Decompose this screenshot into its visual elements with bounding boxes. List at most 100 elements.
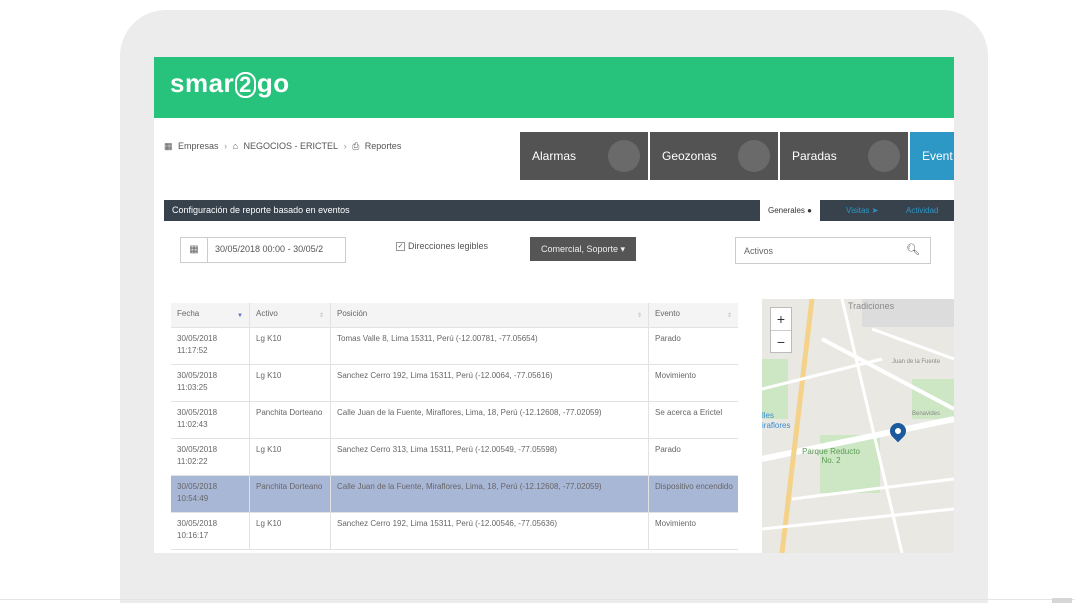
cell-posicion: Tomas Valle 8, Lima 15311, Perú (-12.007… — [331, 328, 649, 364]
calendar-icon[interactable]: ▦ — [181, 238, 208, 262]
breadcrumb-negocios[interactable]: NEGOCIOS - ERICTEL — [244, 141, 339, 151]
tile-geozonas[interactable]: Geozonas — [650, 132, 778, 180]
cell-posicion: Calle Juan de la Fuente, Miraflores, Lim… — [331, 476, 649, 512]
cell-evento: Dispositivo encendido — [655, 482, 733, 491]
tile-paradas[interactable]: Paradas — [780, 132, 908, 180]
cell-evento: Parado — [655, 445, 681, 454]
tab-label: Actividad — [906, 206, 939, 215]
config-title: Configuración de reporte basado en event… — [172, 205, 350, 215]
cell-activo: Lg K10 — [250, 328, 331, 364]
tile-label: Event — [922, 149, 953, 163]
logo-text-post: go — [256, 68, 290, 98]
cell-fecha: 30/05/2018 11:02:43 — [171, 402, 250, 438]
info-icon: ● — [807, 206, 812, 215]
dropdown-value: Comercial, Soporte — [540, 244, 618, 254]
table-header-row: Fecha ▼ Activo ⇕ Posición ⇕ Evento ⇕ — [171, 303, 738, 328]
cell-activo: Lg K10 — [250, 439, 331, 475]
cell-evento: Movimiento — [655, 371, 696, 380]
column-header-fecha[interactable]: Fecha ▼ — [171, 303, 250, 327]
smart2go-logo[interactable]: smar 2 go — [170, 68, 290, 99]
cell-evento: Parado — [655, 334, 681, 343]
cell-activo: Lg K10 — [250, 513, 331, 549]
table-row[interactable]: 30/05/2018 11:02:22 Lg K10 Sanchez Cerro… — [171, 439, 738, 476]
map-label: Parque Reducto No. 2 — [802, 447, 860, 465]
table-row[interactable]: 30/05/2018 10:16:17 Lg K10 Sanchez Cerro… — [171, 513, 738, 550]
table-row[interactable]: 30/05/2018 11:03:25 Lg K10 Sanchez Cerro… — [171, 365, 738, 402]
zoom-in-button[interactable]: + — [771, 308, 791, 331]
cell-fecha: 30/05/2018 10:54:49 — [171, 476, 250, 512]
group-dropdown[interactable]: Comercial, Soporte ▾ — [530, 237, 636, 261]
header-label: Posición — [337, 309, 368, 318]
map-label: Benavides — [912, 411, 941, 417]
tab-generales[interactable]: Generales ● — [760, 200, 820, 221]
tab-actividad[interactable]: Actividad — [898, 200, 946, 221]
config-bar: Configuración de reporte basado en event… — [164, 200, 954, 221]
tile-eventos[interactable]: Event — [910, 132, 954, 180]
column-header-posicion[interactable]: Posición ⇕ — [331, 303, 649, 327]
tab-label: Generales — [768, 206, 805, 215]
app-header: smar 2 go — [154, 57, 954, 118]
printer-icon: ⎙ — [352, 141, 360, 151]
header-label: Activo — [256, 309, 278, 318]
building-icon — [868, 140, 900, 172]
readable-address-checkbox[interactable]: ✓ Direcciones legibles — [396, 241, 489, 252]
sort-icon: ⇕ — [726, 313, 732, 319]
breadcrumb-reportes[interactable]: Reportes — [365, 141, 402, 151]
tile-label: Paradas — [792, 149, 837, 163]
cell-posicion: Sanchez Cerro 313, Lima 15311, Perú (-12… — [331, 439, 649, 475]
table-row-selected[interactable]: 30/05/2018 10:54:49 Panchita Dorteano Ca… — [171, 476, 738, 513]
breadcrumb: ▦ Empresas › ⌂ NEGOCIOS - ERICTEL › ⎙ Re… — [164, 141, 404, 152]
cell-fecha: 30/05/2018 11:17:52 — [171, 328, 250, 364]
bottom-divider — [0, 599, 1075, 600]
cell-activo: Panchita Dorteano — [250, 476, 331, 512]
cell-activo: Lg K10 — [250, 365, 331, 401]
cell-fecha: 30/05/2018 10:16:17 — [171, 513, 250, 549]
breadcrumb-separator: › — [224, 141, 228, 151]
column-header-evento[interactable]: Evento ⇕ — [649, 303, 738, 327]
date-range-value: 30/05/2018 00:00 - 30/05/2 — [215, 244, 324, 254]
globe-icon — [738, 140, 770, 172]
caret-down-icon: ▾ — [620, 244, 626, 254]
app-screen: smar 2 go ▦ Empresas › ⌂ NEGOCIOS - ERICTE… — [154, 57, 954, 553]
tab-label: Visitas — [846, 206, 870, 215]
globe-icon — [608, 140, 640, 172]
cell-evento: Se acerca a Erictel — [655, 408, 723, 417]
corner-mark — [1052, 598, 1072, 603]
tile-label: Geozonas — [662, 149, 717, 163]
checkbox-checked-icon: ✓ — [396, 242, 405, 252]
sort-icon: ⇕ — [636, 313, 642, 319]
search-placeholder: Activos — [744, 246, 774, 256]
cell-posicion: Sanchez Cerro 192, Lima 15311, Perú (-12… — [331, 365, 649, 401]
logo-text-pre: smar — [170, 68, 235, 98]
cell-posicion: Calle Juan de la Fuente, Miraflores, Lim… — [331, 402, 649, 438]
checkbox-label: Direcciones legibles — [408, 241, 489, 251]
breadcrumb-empresas[interactable]: Empresas — [178, 141, 219, 151]
cell-posicion: Sanchez Cerro 192, Lima 15311, Perú (-12… — [331, 513, 649, 549]
breadcrumb-separator: › — [343, 141, 347, 151]
header-label: Fecha — [177, 309, 200, 318]
send-icon: ➤ — [871, 206, 879, 215]
column-header-activo[interactable]: Activo ⇕ — [250, 303, 331, 327]
table-row[interactable]: 30/05/2018 11:17:52 Lg K10 Tomas Valle 8… — [171, 328, 738, 365]
date-range-input[interactable]: ▦ 30/05/2018 00:00 - 30/05/2 — [180, 237, 346, 263]
tab-visitas[interactable]: Visitas ➤ — [838, 200, 886, 221]
map-label: Juan de la Fuente — [892, 359, 941, 365]
sort-icon: ⇕ — [318, 313, 324, 319]
cell-activo: Panchita Dorteano — [250, 402, 331, 438]
zoom-control: + − — [770, 307, 792, 353]
building-icon: ▦ — [164, 141, 173, 151]
cell-fecha: 30/05/2018 11:02:22 — [171, 439, 250, 475]
tile-alarmas[interactable]: Alarmas — [520, 132, 648, 180]
tile-label: Alarmas — [532, 149, 577, 163]
header-label: Evento — [655, 309, 680, 318]
map-view[interactable]: Tradiciones Parque Reducto No. 2 lles ir… — [762, 299, 954, 553]
sort-icon: ▼ — [237, 313, 243, 319]
zoom-out-button[interactable]: − — [771, 331, 791, 353]
asset-search[interactable]: Activos 🔍︎ — [735, 237, 931, 264]
search-icon[interactable]: 🔍︎ — [906, 243, 920, 256]
map-label: Tradiciones — [848, 301, 895, 311]
table-row[interactable]: 30/05/2018 11:02:43 Panchita Dorteano Ca… — [171, 402, 738, 439]
logo-text-two: 2 — [235, 72, 256, 98]
home-icon: ⌂ — [232, 141, 239, 151]
cell-evento: Movimiento — [655, 519, 696, 528]
